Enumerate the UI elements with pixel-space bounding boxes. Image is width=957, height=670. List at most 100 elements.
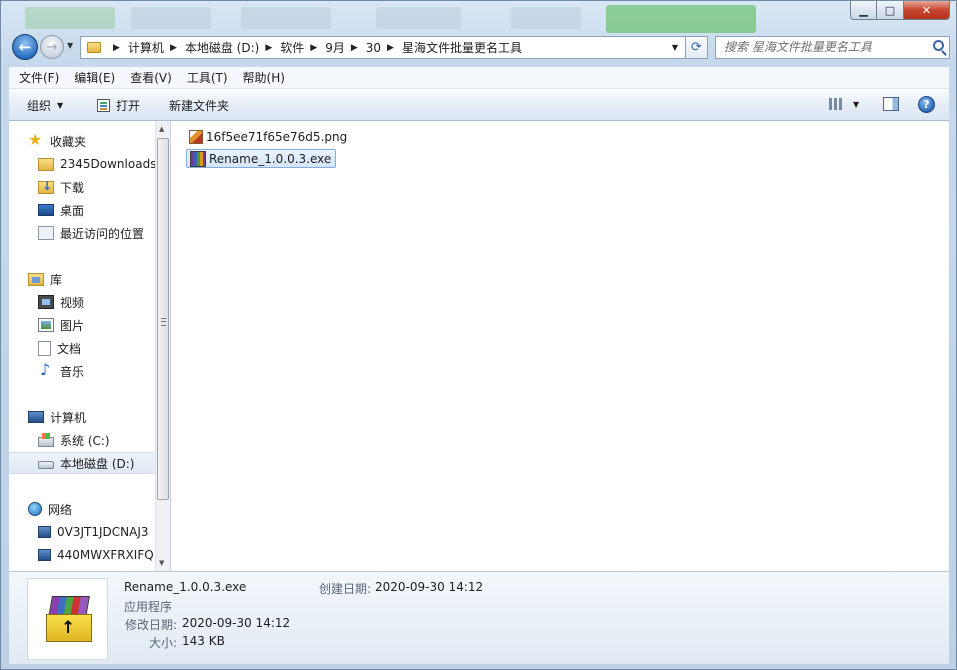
scrollbar-thumb[interactable] — [157, 138, 169, 500]
open-button[interactable]: 打开 — [97, 97, 140, 114]
chevron-right-icon[interactable]: ▶ — [170, 43, 177, 53]
grip-icon — [161, 318, 166, 326]
file-item-exe[interactable]: Rename_1.0.0.3.exe — [186, 149, 337, 168]
views-icon — [829, 98, 843, 110]
forward-button[interactable]: → — [40, 35, 64, 59]
breadcrumb-drive-d[interactable]: 本地磁盘 (D:) ▶ — [185, 39, 280, 56]
breadcrumb-30[interactable]: 30 ▶ — [366, 41, 402, 55]
address-history-dropdown[interactable]: ▼ — [672, 43, 678, 52]
chevron-right-icon[interactable]: ▶ — [351, 43, 358, 53]
chevron-right-icon[interactable]: ▶ — [113, 43, 120, 53]
nav-favorites[interactable]: 收藏夹 — [9, 130, 155, 152]
organize-button[interactable]: 组织 ▼ — [27, 97, 63, 114]
breadcrumb-software[interactable]: 软件 ▶ — [280, 39, 325, 56]
search-icon[interactable] — [933, 40, 944, 51]
file-thumbnail: ↑ — [27, 578, 108, 660]
nav-computer[interactable]: 计算机 — [9, 406, 155, 428]
address-bar[interactable]: ▶ 计算机 ▶ 本地磁盘 (D:) ▶ 软件 ▶ 9月 ▶ 30 ▶ 星海文件批量更名工具… — [80, 36, 686, 59]
breadcrumb-september[interactable]: 9月 ▶ — [325, 39, 366, 56]
scroll-down-icon[interactable]: ▼ — [159, 559, 164, 567]
breadcrumb-current-folder[interactable]: 星海文件批量更名工具 — [402, 39, 522, 56]
details-created-value: 2020-09-30 14:12 — [375, 580, 484, 594]
back-button[interactable]: ← — [12, 34, 38, 60]
chevron-down-icon: ▼ — [57, 101, 64, 110]
nav-item-desktop[interactable]: 桌面 — [9, 199, 155, 221]
back-arrow-icon: ← — [18, 38, 32, 56]
nav-item-network-pc-2[interactable]: 440MWXFRXIFQ — [9, 544, 155, 566]
open-icon — [97, 99, 110, 112]
hard-drive-icon — [38, 461, 54, 469]
close-button[interactable]: ✕ — [904, 1, 950, 20]
nav-item-downloads[interactable]: 下载 — [9, 176, 155, 198]
details-created-label: 创建日期: — [319, 582, 372, 596]
details-modified-value: 2020-09-30 14:12 — [182, 616, 291, 630]
navigation-bar: ← → ▼ ▶ 计算机 ▶ 本地磁盘 (D:) ▶ 软件 ▶ 9月 ▶ 30 ▶ 星海文件… — [9, 32, 950, 62]
forward-arrow-icon: → — [46, 39, 58, 55]
library-icon — [28, 272, 44, 286]
minimize-button[interactable]: ▁ — [850, 1, 877, 20]
maximize-button[interactable]: □ — [877, 1, 904, 20]
winrar-exe-icon: ↑ — [46, 594, 92, 642]
search-input[interactable] — [724, 40, 924, 54]
network-icon — [28, 502, 42, 516]
file-item-png[interactable]: 16f5ee71f65e76d5.png — [186, 127, 351, 146]
music-icon — [38, 360, 54, 379]
nav-item-documents[interactable]: 文档 — [9, 337, 155, 359]
desktop-icon — [38, 204, 54, 216]
chevron-right-icon[interactable]: ▶ — [265, 43, 272, 53]
preview-pane-icon — [883, 97, 899, 111]
folder-icon — [87, 42, 101, 53]
png-icon — [189, 129, 203, 144]
navigation-scrollbar[interactable]: ▲ ▼ — [155, 121, 170, 571]
help-button[interactable]: ? — [918, 96, 935, 113]
nav-item-music[interactable]: 音乐 — [9, 360, 155, 382]
picture-icon — [38, 318, 54, 332]
scroll-up-icon[interactable]: ▲ — [159, 125, 164, 133]
network-computer-icon — [38, 526, 51, 538]
details-pane: ↑ Rename_1.0.0.3.exe 应用程序 修改日期: 2020-09-… — [9, 571, 949, 664]
details-size-label: 大小: — [149, 636, 178, 650]
menu-bar: 文件(F) 编辑(E) 查看(V) 工具(T) 帮助(H) — [9, 67, 949, 89]
nav-item-drive-d[interactable]: 本地磁盘 (D:) — [9, 452, 155, 474]
recent-places-icon — [38, 226, 54, 240]
computer-icon — [28, 411, 44, 423]
menu-tools[interactable]: 工具(T) — [177, 69, 233, 86]
file-list: 16f5ee71f65e76d5.png Rename_1.0.0.3.exe — [171, 121, 949, 571]
menu-edit[interactable]: 编辑(E) — [64, 69, 120, 86]
nav-item-drive-c[interactable]: 系统 (C:) — [9, 429, 155, 451]
details-filename: Rename_1.0.0.3.exe — [124, 580, 247, 594]
nav-network[interactable]: 网络 — [9, 498, 155, 520]
nav-item-network-pc-1[interactable]: 0V3JT1JDCNAJ3 — [9, 521, 155, 543]
details-type: 应用程序 — [124, 600, 173, 614]
downloads-icon — [38, 179, 54, 194]
nav-item-videos[interactable]: 视频 — [9, 291, 155, 313]
chevron-right-icon[interactable]: ▶ — [310, 43, 317, 53]
recent-pages-dropdown[interactable]: ▼ — [67, 41, 73, 50]
breadcrumb-computer[interactable]: 计算机 ▶ — [128, 39, 185, 56]
nav-item-recent-places[interactable]: 最近访问的位置 — [9, 222, 155, 244]
menu-file[interactable]: 文件(F) — [9, 69, 64, 86]
command-toolbar: 组织 ▼ 打开 新建文件夹 ▼ ? — [9, 89, 949, 121]
nav-libraries[interactable]: 库 — [9, 268, 155, 290]
folder-icon — [38, 157, 54, 171]
nav-item-pictures[interactable]: 图片 — [9, 314, 155, 336]
star-icon — [28, 130, 44, 149]
details-modified-label: 修改日期: — [125, 618, 178, 632]
preview-pane-button[interactable] — [883, 97, 899, 111]
help-icon: ? — [918, 96, 935, 113]
network-computer-icon — [38, 549, 51, 561]
video-icon — [38, 295, 54, 309]
search-box — [715, 36, 950, 59]
document-icon — [38, 340, 51, 356]
explorer-window: ▁ □ ✕ ← → ▼ ▶ 计算机 ▶ 本地磁盘 (D:) ▶ 软件 ▶ 9月 ▶ 30… — [0, 0, 957, 670]
refresh-button[interactable]: ⟳ — [686, 36, 708, 59]
chevron-right-icon[interactable]: ▶ — [387, 43, 394, 53]
change-view-button[interactable]: ▼ — [829, 98, 859, 110]
navigation-pane: 收藏夹 2345Downloads 下载 桌面 最近访问的位置 库 视频 图片 … — [9, 121, 155, 571]
menu-help[interactable]: 帮助(H) — [233, 69, 290, 86]
menu-view[interactable]: 查看(V) — [120, 69, 177, 86]
nav-item-2345downloads[interactable]: 2345Downloads — [9, 153, 155, 175]
new-folder-button[interactable]: 新建文件夹 — [169, 97, 229, 114]
details-size-value: 143 KB — [182, 634, 225, 648]
chevron-down-icon: ▼ — [853, 99, 860, 109]
